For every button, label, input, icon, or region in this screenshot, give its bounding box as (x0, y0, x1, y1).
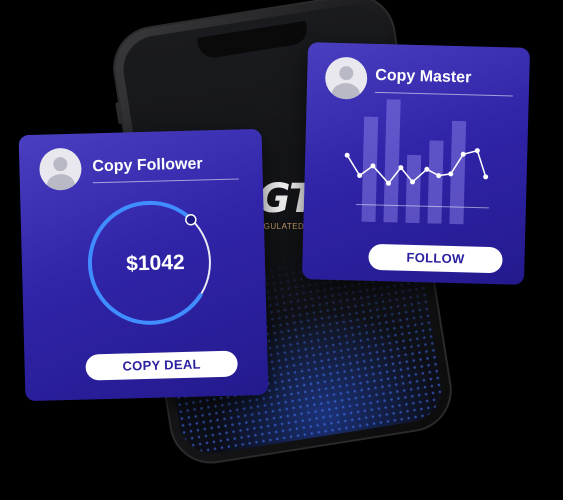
follow-button[interactable]: FOLLOW (368, 243, 503, 274)
phone-notch (196, 20, 309, 60)
chart-bar (383, 99, 401, 223)
card-title: Copy Master (375, 66, 472, 87)
ring-progress-knob (185, 213, 197, 226)
card-title: Copy Follower (92, 155, 203, 176)
phone-side-button (115, 101, 123, 125)
avatar (38, 147, 83, 191)
performance-chart (344, 99, 489, 225)
copy-deal-button[interactable]: COPY DEAL (85, 350, 238, 381)
avatar (324, 56, 368, 100)
chart-bar (427, 140, 444, 224)
chart-bar (405, 154, 422, 224)
title-underline (92, 178, 239, 184)
title-underline (374, 91, 513, 97)
chart-point (474, 148, 480, 154)
copy-master-card: Copy Master FOLLOW (301, 42, 531, 285)
copy-follower-card: Copy Follower $1042 COPY DEAL (18, 128, 269, 402)
chart-point (483, 174, 489, 180)
